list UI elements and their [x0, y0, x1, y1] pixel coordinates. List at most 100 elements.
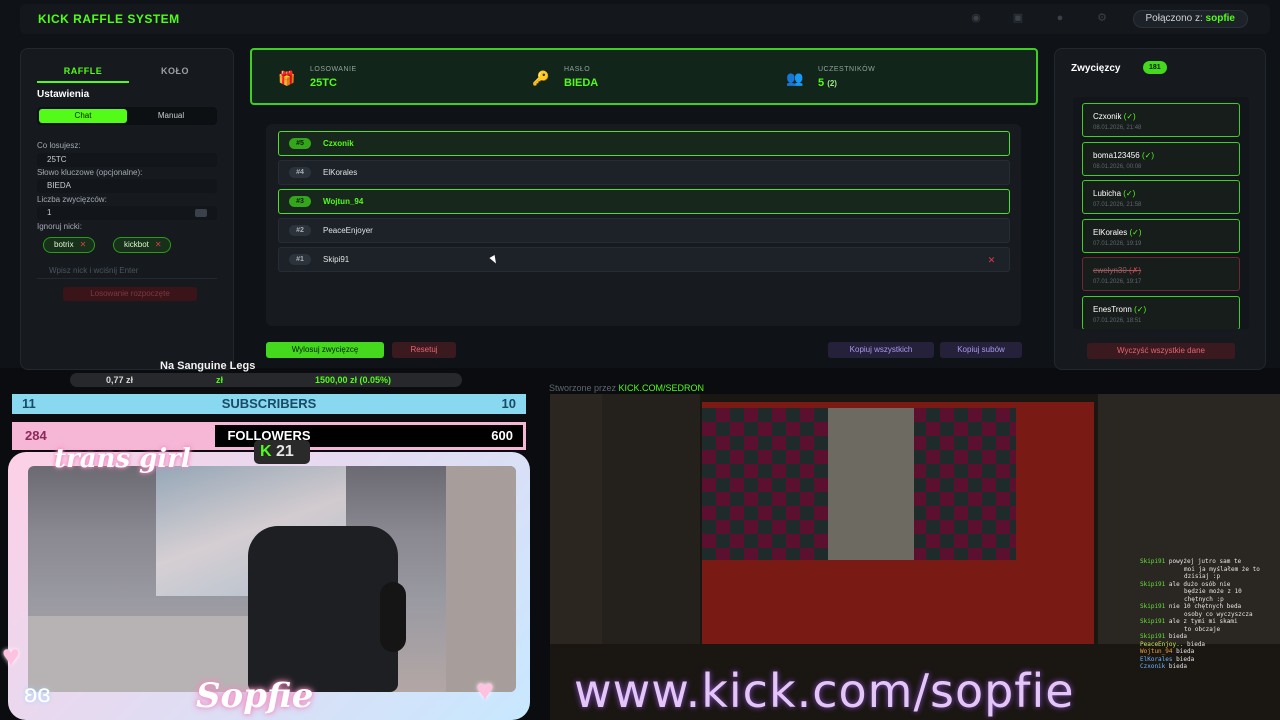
- raffle-app: KICK RAFFLE SYSTEM ◉ ▣ ● ⚙ Połączono z: …: [0, 0, 1280, 370]
- tab-raffle[interactable]: RAFFLE: [37, 63, 129, 83]
- participant-row[interactable]: #1 Skipi91 ✕: [278, 247, 1010, 272]
- participant-row[interactable]: #5 Czxonik: [278, 131, 1010, 156]
- chat-user: Czxonik: [1140, 663, 1166, 670]
- copy-all-button[interactable]: Kopiuj wszystkich: [828, 342, 934, 358]
- chat-text: to obczaje: [1184, 625, 1221, 633]
- gaming-chair: [248, 526, 398, 692]
- settings-panel: RAFFLE KOŁO Ustawienia Chat Manual Co lo…: [20, 48, 234, 370]
- nick-input[interactable]: Wpisz nick i wciśnij Enter: [37, 263, 217, 279]
- chat-text: bieda: [1186, 640, 1206, 648]
- participant-row[interactable]: #2 PeaceEnjoyer: [278, 218, 1010, 243]
- donation-goal-ticker: 0,77 zł zł 1500,00 zł (0.05%): [70, 373, 462, 387]
- winner-date: 08.01.2026, 21:48: [1093, 125, 1142, 131]
- keyword-label: Słowo kluczowe (opcjonalne):: [37, 168, 143, 177]
- chat-message: ElKorales bieda: [1140, 656, 1194, 663]
- chat-text: ale z tymi mi skami: [1168, 618, 1238, 625]
- chat-message: to obczaje: [1184, 626, 1220, 633]
- chat-text: bieda: [1176, 648, 1195, 655]
- mode-chat-button[interactable]: Chat: [39, 109, 127, 123]
- gift-icon: 🎁: [278, 70, 296, 86]
- chat-text: będzie może z 10: [1184, 588, 1242, 595]
- prize-input[interactable]: 25TC: [37, 153, 217, 167]
- participant-row[interactable]: #3 Wojtun_94: [278, 189, 1010, 214]
- participants-list: #5 Czxonik #4 ElKorales #3 Wojtun_94 #2 PeaceEn…: [266, 124, 1021, 326]
- game-building: [828, 408, 914, 560]
- ignored-chip: kickbot ✕: [113, 237, 171, 253]
- made-by-credit: Stworzone przez KICK.COM/SEDRON: [549, 383, 705, 393]
- top-bar: KICK RAFFLE SYSTEM ◉ ▣ ● ⚙ Połączono z: …: [20, 4, 1270, 34]
- start-raffle-button[interactable]: Losowanie rozpoczęte: [63, 287, 197, 301]
- rank-badge: #4: [289, 167, 311, 178]
- discord-icon[interactable]: ◉: [968, 12, 984, 24]
- chat-message: Skipi91 nie 10 chętnych beda: [1140, 603, 1241, 610]
- heart-icon: ♥: [476, 674, 494, 707]
- panel-tabs: RAFFLE KOŁO: [37, 63, 221, 83]
- winners-title: Zwycięzcy: [1071, 63, 1121, 74]
- followers-goal-bar: 284 FOLLOWERS 600: [12, 422, 526, 450]
- winner-card[interactable]: ElKorales (✓) 07.01.2026, 19:19: [1082, 218, 1240, 253]
- draw-winner-button[interactable]: Wylosuj zwycięzcę: [266, 342, 384, 358]
- rank-badge: #5: [289, 138, 311, 149]
- webcam-feed: [28, 466, 516, 692]
- winner-card[interactable]: EnesTronn (✓) 07.01.2026, 18:51: [1082, 295, 1240, 329]
- chat-text: moi ja myślałem że to: [1184, 565, 1260, 573]
- participant-name: Wojtun_94: [323, 197, 364, 206]
- remove-icon[interactable]: ✕: [986, 255, 997, 265]
- participant-row[interactable]: #4 ElKorales: [278, 160, 1010, 185]
- winners-count-label: Liczba zwycięzców:: [37, 195, 107, 204]
- remove-chip-icon[interactable]: ✕: [80, 240, 87, 249]
- winner-name: Czxonik (✓): [1093, 112, 1136, 121]
- tab-wheel[interactable]: KOŁO: [129, 63, 221, 83]
- chat-user: Skipi91: [1140, 558, 1166, 565]
- participants-value: 5 (2): [818, 77, 837, 89]
- clear-all-button[interactable]: Wyczyść wszystkie dane: [1087, 343, 1235, 359]
- mode-manual-button[interactable]: Manual: [127, 109, 215, 123]
- winner-card[interactable]: Lubicha (✓) 07.01.2026, 21:58: [1082, 180, 1240, 214]
- reset-button[interactable]: Resetuj: [392, 342, 456, 358]
- chat-message: moi ja myślałem że to: [1184, 566, 1260, 573]
- microphone: [380, 582, 406, 652]
- winners-count-input[interactable]: 1: [37, 206, 217, 220]
- chat-message: chętnych :p: [1184, 596, 1224, 603]
- draw-value: 25TC: [310, 77, 337, 89]
- chat-text: bieda: [1176, 655, 1195, 663]
- curtain: [446, 466, 516, 692]
- stepper-icon[interactable]: [195, 209, 207, 217]
- winners-count-badge: 181: [1143, 61, 1167, 74]
- chat-text: powyżej jutro sam te: [1168, 558, 1242, 565]
- rank-badge: #3: [289, 196, 311, 207]
- chat-message: Wojtun_94 bieda: [1140, 648, 1194, 655]
- twitch-icon[interactable]: ▣: [1010, 12, 1026, 24]
- keyword-input[interactable]: BIEDA: [37, 179, 217, 193]
- winner-card[interactable]: Czxonik (✓) 08.01.2026, 21:48: [1082, 103, 1240, 137]
- raffle-info-card: 🎁 LOSOWANIE 25TC 🔑 HASŁO BIEDA 👥 UCZESTN…: [250, 48, 1038, 105]
- key-icon: 🔑: [532, 70, 550, 86]
- winner-date: 07.01.2026, 21:58: [1093, 202, 1142, 208]
- chat-message: będzie może z 10: [1184, 588, 1242, 595]
- copy-subs-button[interactable]: Kopiuj subów: [940, 342, 1022, 358]
- remove-chip-icon[interactable]: ✕: [155, 240, 162, 249]
- chat-user: Skipi91: [1140, 603, 1166, 610]
- winner-name: ElKorales (✓): [1093, 227, 1142, 237]
- game-stats-panel: [602, 394, 700, 644]
- participant-name: ElKorales: [323, 168, 358, 177]
- chat-user: Wojtun_94: [1140, 648, 1173, 655]
- winner-card[interactable]: ewelyn30 (✗) 07.01.2026, 19:17: [1082, 257, 1240, 291]
- github-icon[interactable]: ●: [1052, 12, 1068, 24]
- streamer-name: Sopfie: [196, 676, 314, 716]
- chat-text: chętnych :p: [1184, 595, 1224, 603]
- winner-name: Lubicha (✓): [1093, 189, 1136, 198]
- prize-label: Co losujesz:: [37, 141, 81, 150]
- chat-text: osoby co wyczyszcza: [1184, 610, 1253, 618]
- winner-card[interactable]: boma123456 (✓) 08.01.2026, 00:08: [1082, 141, 1240, 176]
- ignore-label: Ignoruj nicki:: [37, 222, 82, 231]
- settings-icon[interactable]: ⚙: [1094, 12, 1110, 24]
- bunny-icon: ʚɞ: [24, 678, 51, 708]
- rank-badge: #2: [289, 225, 311, 236]
- app-title: KICK RAFFLE SYSTEM: [38, 12, 180, 26]
- winners-list[interactable]: Czxonik (✓) 08.01.2026, 21:48 boma123456 (…: [1073, 97, 1249, 329]
- heart-icon: ♥: [2, 640, 20, 673]
- winner-name: EnesTronn (✓): [1093, 304, 1147, 314]
- chat-user: ElKorales: [1140, 655, 1173, 663]
- participant-name: Skipi91: [323, 255, 350, 264]
